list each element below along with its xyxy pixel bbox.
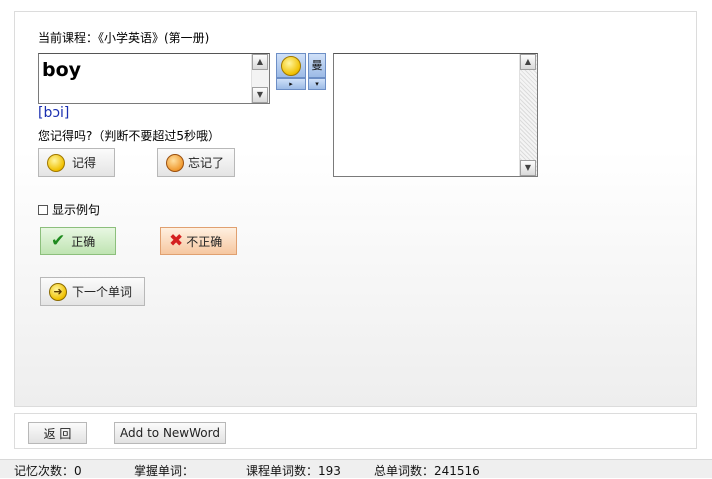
scroll-down-arrow-icon[interactable]: ▼ (520, 160, 536, 176)
emoticon-button[interactable] (276, 53, 306, 78)
scroll-up-arrow-icon[interactable]: ▲ (252, 54, 268, 70)
back-button[interactable]: 返 回 (28, 422, 87, 444)
incorrect-button[interactable]: ✖ 不正确 (160, 227, 237, 255)
example-sentence-box: ▲ ▼ (333, 53, 538, 177)
scroll-up-arrow-icon[interactable]: ▲ (520, 54, 536, 70)
smile-icon (47, 153, 65, 172)
incorrect-label: 不正确 (186, 234, 223, 249)
next-word-button[interactable]: ➜ 下一个单词 (40, 277, 145, 306)
total-word-count: 总单词数：241516 (374, 464, 480, 478)
voice-dropdown-button[interactable]: ▾ (308, 78, 326, 90)
show-example-label: 显示例句 (52, 203, 101, 217)
word-text: boy (42, 59, 82, 81)
remember-label: 记得 (72, 156, 97, 170)
voice-select-button[interactable]: 曼 (308, 53, 326, 78)
forgot-label: 忘记了 (188, 156, 225, 170)
correct-label: 正确 (71, 234, 96, 249)
arrow-right-icon: ➜ (49, 282, 67, 301)
memory-count: 记忆次数：0 (14, 464, 82, 478)
add-to-newword-button[interactable]: Add to NewWord (114, 422, 226, 444)
scroll-down-arrow-icon[interactable]: ▼ (252, 87, 268, 103)
worried-face-icon (166, 153, 184, 172)
forgot-button[interactable]: 忘记了 (157, 148, 235, 177)
example-scrollbar[interactable]: ▲ ▼ (519, 54, 537, 176)
word-scrollbar[interactable]: ▲ ▼ (251, 54, 269, 103)
play-pronunciation-button[interactable]: ▸ (276, 78, 306, 90)
course-word-count: 课程单词数：193 (246, 464, 341, 478)
phonetic-text: [bɔi] (38, 105, 70, 121)
next-word-label: 下一个单词 (72, 285, 133, 299)
word-display-box: boy ▲ ▼ (38, 53, 270, 104)
status-bar: 记忆次数：0 掌握单词： 课程单词数：193 总单词数：241516 (0, 459, 712, 478)
course-label: 当前课程：《小学英语》(第一册) (38, 31, 210, 45)
remember-button[interactable]: 记得 (38, 148, 115, 177)
show-example-option[interactable]: 显示例句 (38, 201, 100, 218)
smile-icon (281, 55, 301, 76)
correct-button[interactable]: ✔ 正确 (40, 227, 116, 255)
show-example-checkbox[interactable] (38, 204, 48, 215)
checkmark-icon: ✔ (51, 231, 66, 251)
mastered-words: 掌握单词： (134, 464, 195, 478)
cross-icon: ✖ (169, 231, 184, 251)
remember-question: 您记得吗?（判断不要超过5秒哦） (38, 129, 221, 143)
